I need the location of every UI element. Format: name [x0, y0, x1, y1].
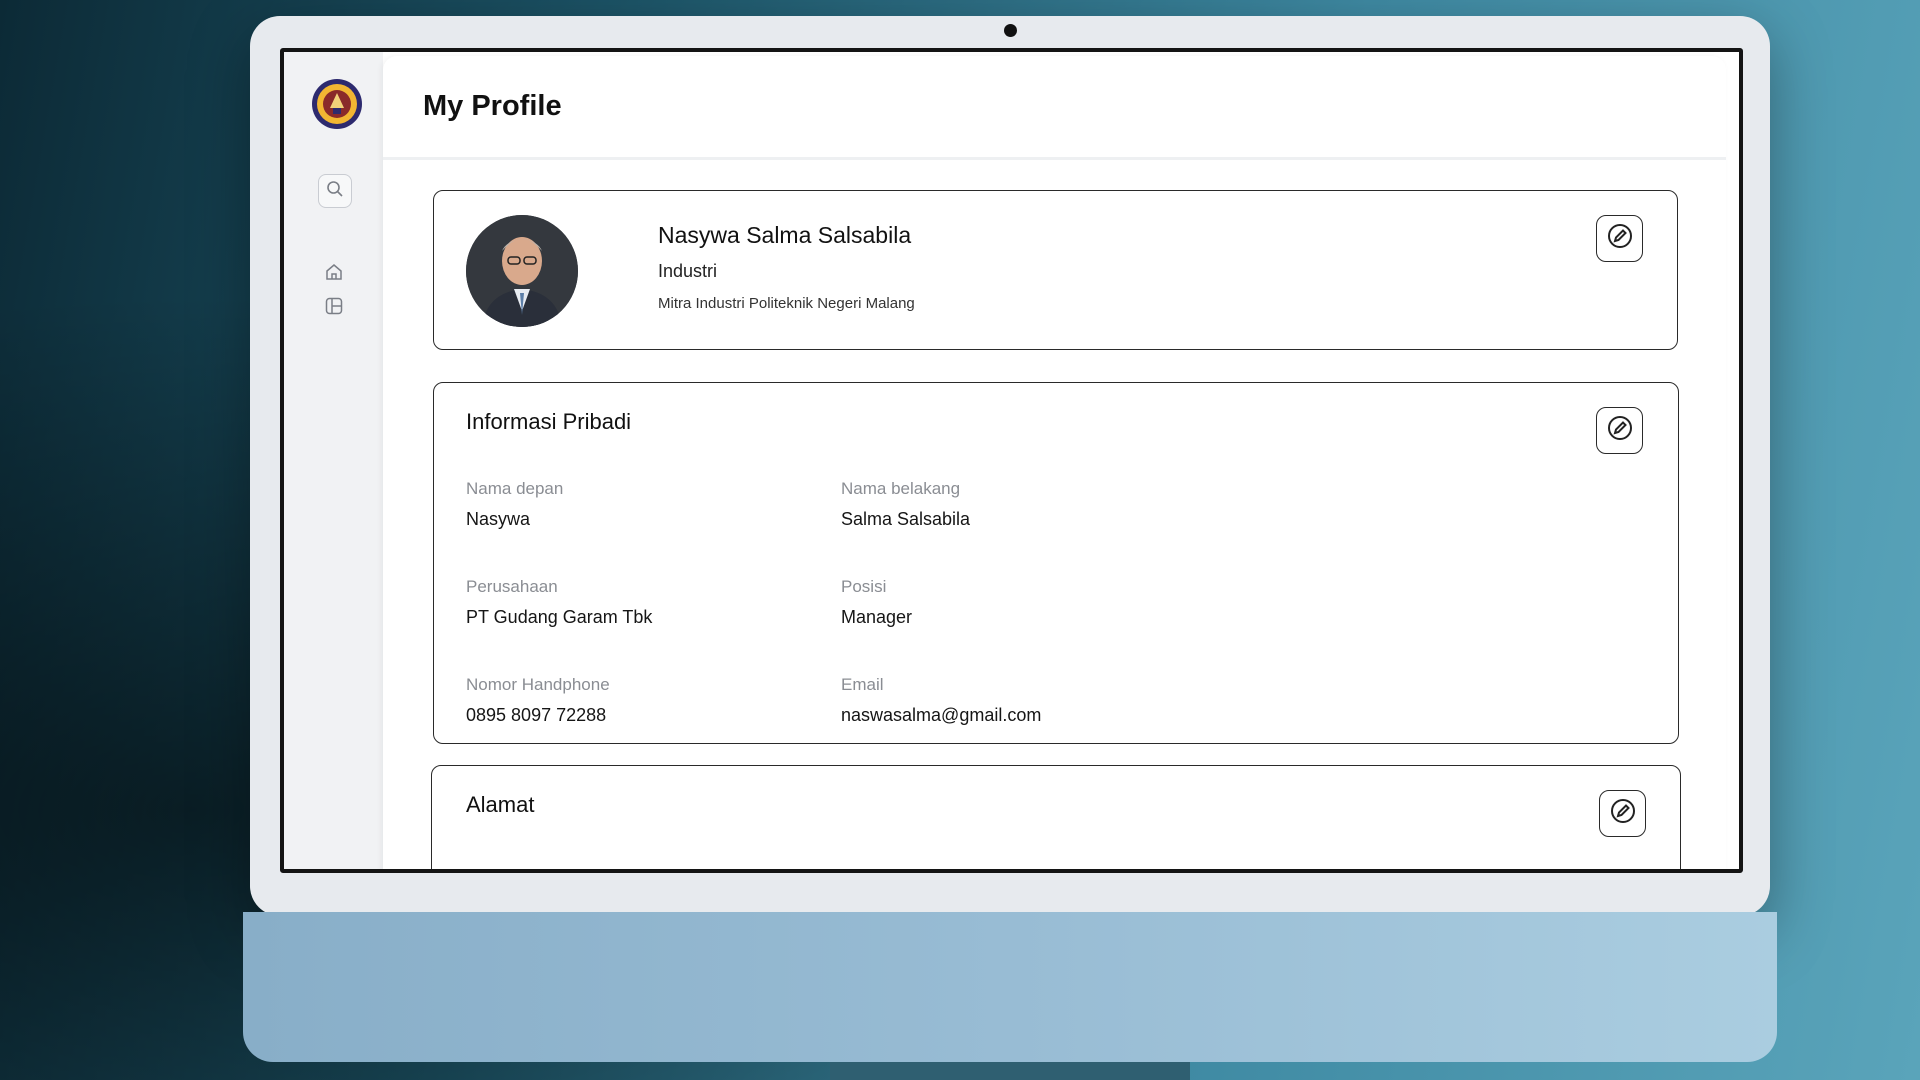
edit-icon	[1606, 222, 1634, 255]
page-header: My Profile	[383, 56, 1726, 160]
webcam	[1004, 24, 1017, 37]
screen: My Profile Nasywa Salma Salsabila Indust…	[280, 48, 1743, 873]
avatar	[466, 215, 578, 327]
monitor-chin	[243, 912, 1777, 1062]
first-name-value: Nasywa	[466, 509, 531, 529]
sidebar-item-dashboard[interactable]	[322, 296, 346, 320]
last-name-value: Salma Salsabila	[841, 509, 971, 529]
profile-name: Nasywa Salma Salsabila	[658, 222, 912, 248]
email-value: naswasalma@gmail.com	[841, 705, 1042, 725]
address-card: Alamat	[431, 765, 1681, 869]
page-title: My Profile	[423, 90, 562, 122]
profile-organization: Mitra Industri Politeknik Negeri Malang	[658, 295, 915, 312]
profile-role: Industri	[658, 261, 718, 281]
edit-icon	[1606, 414, 1634, 447]
monitor-stand	[830, 1062, 1190, 1080]
profile-card: Nasywa Salma Salsabila Industri Mitra In…	[433, 190, 1678, 350]
company-label: Perusahaan	[466, 577, 558, 596]
address-title: Alamat	[466, 792, 535, 817]
edit-personal-info-button[interactable]	[1596, 407, 1643, 454]
home-icon	[324, 262, 344, 287]
main-content: My Profile Nasywa Salma Salsabila Indust…	[383, 56, 1726, 869]
edit-icon	[1609, 797, 1637, 830]
phone-value: 0895 8097 72288	[466, 705, 607, 725]
sidebar	[284, 52, 383, 869]
position-value: Manager	[841, 607, 913, 627]
email-label: Email	[841, 675, 884, 694]
personal-info-title: Informasi Pribadi	[466, 409, 632, 434]
edit-profile-button[interactable]	[1596, 215, 1643, 262]
edit-address-button[interactable]	[1599, 790, 1646, 837]
phone-label: Nomor Handphone	[466, 675, 610, 694]
first-name-label: Nama depan	[466, 479, 564, 498]
dashboard-icon	[324, 296, 344, 321]
search-button[interactable]	[318, 174, 352, 208]
position-label: Posisi	[841, 577, 887, 596]
last-name-label: Nama belakang	[841, 479, 961, 498]
personal-info-card: Informasi Pribadi Nama depan Nasywa Nama…	[433, 382, 1679, 744]
sidebar-item-home[interactable]	[322, 262, 346, 286]
search-icon	[326, 180, 344, 203]
institution-logo[interactable]	[311, 78, 363, 130]
company-value: PT Gudang Garam Tbk	[466, 607, 653, 627]
